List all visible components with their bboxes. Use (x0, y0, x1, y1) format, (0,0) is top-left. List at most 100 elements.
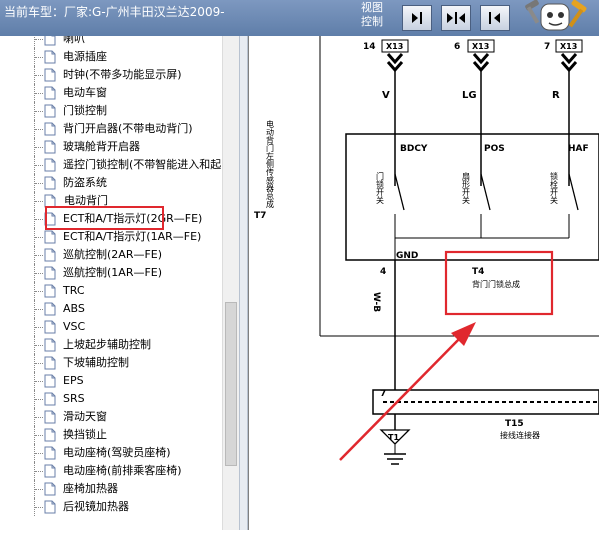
connector-x13-pin7: 7 X13 R (544, 39, 583, 186)
svg-text:W-B: W-B (371, 292, 381, 312)
wiring-diagram-svg: 14 X13 V 6 X13 LG 7 X13 R T7 电动背门左侧传感器总成… (247, 36, 599, 530)
tree-branch-line (35, 309, 43, 310)
expand-right-button[interactable] (402, 5, 432, 31)
tree-item-label: 玻璃舱背开启器 (63, 140, 140, 153)
arrow-left-bar-icon (489, 12, 500, 24)
tree-item[interactable]: 上坡起步辅助控制 (0, 336, 222, 354)
tree-item[interactable]: 背门开启器(不带电动背门) (0, 120, 222, 138)
tree-branch-line (35, 345, 43, 346)
tree-item-label: 下坡辅助控制 (63, 356, 129, 369)
document-icon (44, 266, 56, 280)
tree-item[interactable]: TRC (0, 282, 222, 300)
tree-branch-line (35, 147, 43, 148)
tree-item[interactable]: 座椅加热器 (0, 480, 222, 498)
document-icon (44, 446, 56, 460)
document-icon (44, 36, 56, 46)
tree-item[interactable]: 巡航控制(2AR—FE) (0, 246, 222, 264)
document-icon (44, 50, 56, 64)
tree-item-label: 座椅加热器 (63, 482, 118, 495)
tree-item[interactable]: VSC (0, 318, 222, 336)
svg-text:R: R (552, 90, 560, 101)
document-icon (44, 392, 56, 406)
tree-branch-line (35, 93, 43, 94)
svg-text:4: 4 (380, 267, 386, 277)
document-icon (44, 500, 56, 514)
latch-switch: 锁栓开关 (550, 171, 579, 238)
tree-item-label: 遥控门锁控制(不带智能进入和起 (63, 158, 222, 171)
tree-item-label: 电动车窗 (63, 86, 107, 99)
tree-item[interactable]: 后视镜加热器 (0, 498, 222, 516)
view-control-label: 视图控制 (361, 1, 383, 28)
tree-branch-line (35, 327, 43, 328)
tree-item-label: TRC (63, 284, 85, 297)
svg-text:GND: GND (396, 251, 418, 261)
tree-item[interactable]: 换挡锁止 (0, 426, 222, 444)
tree-item-label: 电动座椅(驾驶员座椅) (63, 446, 171, 459)
tree-item-label: 上坡起步辅助控制 (63, 338, 151, 351)
svg-text:LG: LG (462, 90, 477, 101)
tree-item-label: EPS (63, 374, 84, 387)
tree-item[interactable]: 下坡辅助控制 (0, 354, 222, 372)
document-icon (44, 302, 56, 316)
document-icon (44, 356, 56, 370)
collapse-left-button[interactable] (480, 5, 510, 31)
document-icon (44, 86, 56, 100)
tree-item[interactable]: 滑动天窗 (0, 408, 222, 426)
scrollbar-thumb[interactable] (225, 302, 237, 466)
panel-splitter[interactable] (239, 36, 248, 530)
svg-text:7: 7 (544, 42, 550, 52)
tree-item[interactable]: 遥控门锁控制(不带智能进入和起 (0, 156, 222, 174)
tree-item[interactable]: ECT和A/T指示灯(1AR—FE) (0, 228, 222, 246)
document-icon (44, 410, 56, 424)
svg-text:门锁开关: 门锁开关 (376, 171, 385, 205)
document-icon (44, 284, 56, 298)
tree-branch-line (35, 489, 43, 490)
tree-item[interactable]: 电源插座 (0, 48, 222, 66)
tree-item[interactable]: EPS (0, 372, 222, 390)
sector-switch: 扇形开关 (462, 171, 491, 238)
tree-branch-line (35, 381, 43, 382)
document-icon (44, 482, 56, 496)
tree-branch-line (35, 129, 43, 130)
callout-code: T4 (472, 267, 484, 277)
document-icon (44, 140, 56, 154)
tree-item[interactable]: 电动车窗 (0, 84, 222, 102)
expand-both-button[interactable] (441, 5, 471, 31)
tree-item[interactable]: 时钟(不带多功能显示屏) (0, 66, 222, 84)
tree-item[interactable]: 巡航控制(1AR—FE) (0, 264, 222, 282)
tree-branch-line (35, 75, 43, 76)
topic-tree-panel: 喇叭电源插座 时钟(不带多功能显示屏) 电动车窗门锁控制 背门开启器(不带电动背门) 玻… (0, 36, 240, 530)
arrows-inward-icon (447, 12, 465, 24)
svg-text:HAF: HAF (568, 144, 589, 154)
svg-text:扇形开关: 扇形开关 (462, 171, 471, 205)
tree-item[interactable]: 电动座椅(前排乘客座椅) (0, 462, 222, 480)
tree-item[interactable]: ABS (0, 300, 222, 318)
tree-item[interactable]: 电动座椅(驾驶员座椅) (0, 444, 222, 462)
document-icon (44, 104, 56, 118)
connector-x13-pin6: 6 X13 LG (454, 39, 495, 186)
svg-text:V: V (382, 90, 390, 101)
side-label-text: 电动背门左侧传感器总成 (266, 119, 275, 209)
tree-item[interactable]: SRS (0, 390, 222, 408)
topic-tree-list: 喇叭电源插座 时钟(不带多功能显示屏) 电动车窗门锁控制 背门开启器(不带电动背门) 玻… (0, 36, 222, 516)
current-model-title: 当前车型：厂家:G-广州丰田汉兰达2009- (4, 5, 225, 19)
svg-text:14: 14 (363, 42, 376, 52)
tree-item[interactable]: 玻璃舱背开启器 (0, 138, 222, 156)
tree-scrollbar[interactable] (222, 36, 239, 530)
tree-item[interactable]: 喇叭 (0, 36, 222, 48)
tree-branch-line (35, 201, 43, 202)
tree-item[interactable]: 防盗系统 (0, 174, 222, 192)
tree-branch-line (35, 399, 43, 400)
svg-text:POS: POS (484, 144, 505, 154)
app-header: 当前车型：厂家:G-广州丰田汉兰达2009- 视图控制 (0, 0, 599, 36)
door-lock-switch: 门锁开关 (376, 171, 405, 238)
document-icon (44, 338, 56, 352)
tree-item[interactable]: 门锁控制 (0, 102, 222, 120)
callout-text: 背门门锁总成 (472, 279, 520, 289)
document-icon (44, 464, 56, 478)
tree-item-label: SRS (63, 392, 85, 405)
tree-item-label: ABS (63, 302, 85, 315)
svg-text:X13: X13 (386, 42, 403, 51)
document-icon (44, 68, 56, 82)
tree-item-label: 喇叭 (63, 36, 85, 45)
